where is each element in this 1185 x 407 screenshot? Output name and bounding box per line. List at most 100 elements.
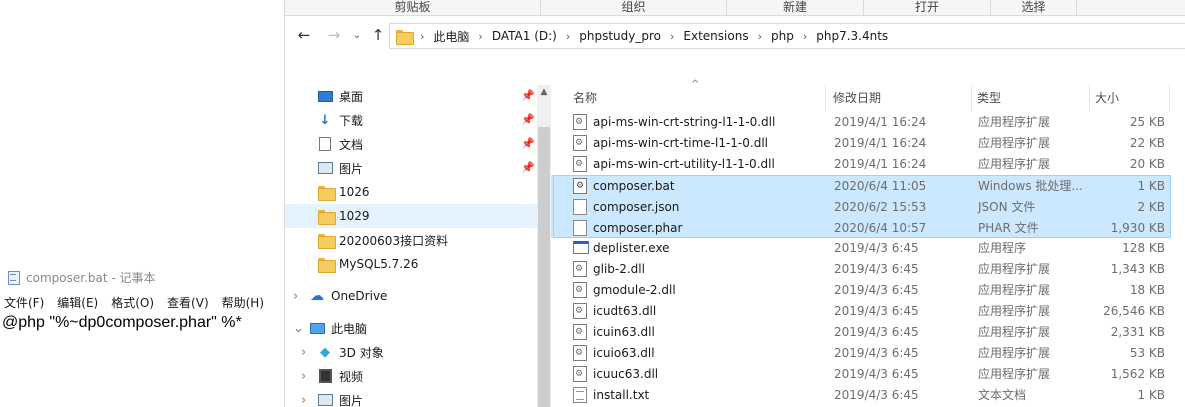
file-size: 25 KB [1129,114,1165,129]
nav-item-20200603-api-docs[interactable]: 20200603接口资料 [285,228,551,252]
breadcrumb-phpstudy-pro[interactable]: phpstudy_pro [579,29,661,43]
notepad-text-area[interactable]: @php "%~dp0composer.phar" %* [2,314,242,332]
dll-icon [573,345,587,361]
file-row[interactable]: deplister.exe 2019/4/3 6:45 应用程序 128 KB [551,237,1171,258]
scrollbar-thumb[interactable] [538,127,550,407]
file-date: 2020/6/2 15:53 [834,199,927,214]
nav-item-documents[interactable]: 文档 📌 [285,132,551,156]
breadcrumb-extensions[interactable]: Extensions [683,29,748,43]
nav-item-pictures-pc[interactable]: › 图片 [285,388,551,407]
file-size: 18 KB [1129,282,1165,297]
notepad-title-bar[interactable]: composer.bat - 记事本 [0,264,284,290]
nav-item-label: MySQL5.7.26 [339,257,419,271]
file-date: 2019/4/1 16:24 [834,114,927,129]
file-list: ^ 名称 修改日期 类型 大小 api-ms-win-crt-string-l1… [551,79,1185,407]
pin-icon[interactable]: 📌 [521,137,535,150]
file-type: 应用程序扩展 [978,367,1051,381]
dll-icon [573,114,587,130]
chevron-right-icon[interactable]: › [301,393,306,407]
pin-icon[interactable]: 📌 [521,161,535,174]
nav-item-label: 1029 [339,209,370,223]
pin-icon[interactable]: 📌 [521,89,535,102]
file-explorer-window: 剪贴板 组织 新建 打开 选择 ← → ⌄ ↑ › 此电脑 › DATA1 (D… [284,0,1185,407]
file-row[interactable]: icuin63.dll 2019/4/3 6:45 应用程序扩展 2,331 K… [551,321,1171,342]
chevron-right-icon: › [565,29,571,43]
pin-icon[interactable]: 📌 [521,113,535,126]
file-row-selected[interactable]: composer.phar 2020/6/4 10:57 PHAR 文件 1,9… [551,217,1171,238]
menu-view[interactable]: 查看(V) [167,294,209,311]
ribbon-group-clipboard: 剪贴板 [285,0,541,16]
nav-item-mysql5-7-26[interactable]: MySQL5.7.26 [285,252,551,276]
file-name: composer.bat [593,178,675,193]
breadcrumb-data1-drive[interactable]: DATA1 (D:) [492,29,557,43]
nav-item-downloads[interactable]: ↓ 下载 📌 [285,108,551,132]
dll-icon [573,261,587,277]
dll-icon [573,156,587,172]
nav-item-pictures[interactable]: 图片 📌 [285,156,551,180]
nav-item-videos[interactable]: › 视频 [285,364,551,388]
file-date: 2019/4/3 6:45 [834,387,919,402]
file-row[interactable]: api-ms-win-crt-utility-l1-1-0.dll 2019/4… [551,153,1171,174]
file-name: api-ms-win-crt-time-l1-1-0.dll [593,135,768,150]
file-date: 2020/6/4 11:05 [834,178,927,193]
file-size: 2,331 KB [1110,324,1165,339]
chevron-right-icon: › [478,29,483,43]
folder-icon [396,29,414,45]
breadcrumb-php7-3-4nts[interactable]: php7.3.4nts [816,29,888,43]
nav-item-desktop[interactable]: 桌面 📌 [285,84,551,108]
column-header-name[interactable]: 名称 [568,85,826,111]
ribbon-group-select: 选择 [991,0,1077,16]
recent-locations-button[interactable]: ⌄ [348,26,366,44]
nav-item-1026[interactable]: 1026 [285,180,551,204]
file-size: 2 KB [1137,199,1165,214]
column-header-date[interactable]: 修改日期 [828,85,972,111]
3d-objects-icon: ◆ [320,344,330,360]
nav-item-label: OneDrive [331,289,388,303]
nav-item-3d-objects[interactable]: › ◆ 3D 对象 [285,340,551,364]
scroll-up-icon[interactable]: ▲ [537,85,551,99]
nav-item-label: 此电脑 [331,321,368,336]
file-row-selected[interactable]: composer.bat 2020/6/4 11:05 Windows 批处理.… [551,175,1171,196]
menu-edit[interactable]: 编辑(E) [57,294,98,311]
address-bar[interactable]: › 此电脑 › DATA1 (D:) › phpstudy_pro › Exte… [389,23,1185,49]
menu-help[interactable]: 帮助(H) [222,294,264,311]
file-row[interactable]: icuio63.dll 2019/4/3 6:45 应用程序扩展 53 KB [551,342,1171,363]
file-row[interactable]: api-ms-win-crt-string-l1-1-0.dll 2019/4/… [551,111,1171,132]
file-type: 应用程序 [978,241,1027,255]
chevron-right-icon[interactable]: › [301,369,306,384]
breadcrumb-this-pc[interactable]: 此电脑 [433,28,469,45]
nav-item-label: 图片 [339,393,364,407]
menu-file[interactable]: 文件(F) [4,294,44,311]
file-row[interactable]: gmodule-2.dll 2019/4/3 6:45 应用程序扩展 18 KB [551,279,1171,300]
chevron-right-icon[interactable]: › [293,289,298,304]
forward-button[interactable]: → [325,26,343,44]
back-button[interactable]: ← [295,26,313,44]
file-size: 1,343 KB [1110,261,1165,276]
file-size: 22 KB [1129,135,1165,150]
file-type: 应用程序扩展 [978,136,1051,150]
file-row[interactable]: install.txt 2019/4/3 6:45 文本文档 1 KB [551,384,1171,405]
nav-item-this-pc[interactable]: ⌄ 此电脑 [285,316,551,340]
nav-item-onedrive[interactable]: › ☁ OneDrive [285,284,551,308]
file-row[interactable]: api-ms-win-crt-time-l1-1-0.dll 2019/4/1 … [551,132,1171,153]
file-row-selected[interactable]: composer.json 2020/6/2 15:53 JSON 文件 2 K… [551,196,1171,217]
nav-item-label: 桌面 [339,89,364,104]
file-type: PHAR 文件 [978,221,1039,235]
chevron-down-icon[interactable]: ⌄ [293,321,304,336]
breadcrumb-php[interactable]: php [771,29,794,43]
batch-file-icon [573,178,587,194]
file-row[interactable]: glib-2.dll 2019/4/3 6:45 应用程序扩展 1,343 KB [551,258,1171,279]
chevron-right-icon: › [420,29,425,43]
up-button[interactable]: ↑ [369,26,387,44]
file-row[interactable]: icudt63.dll 2019/4/3 6:45 应用程序扩展 26,546 … [551,300,1171,321]
file-row[interactable]: icuuc63.dll 2019/4/3 6:45 应用程序扩展 1,562 K… [551,363,1171,384]
column-header-size[interactable]: 大小 [1090,85,1170,111]
column-header-type[interactable]: 类型 [972,85,1090,111]
menu-format[interactable]: 格式(O) [111,294,154,311]
navigation-pane: 桌面 📌 ↓ 下载 📌 文档 📌 图片 📌 1026 1029 20200603… [285,85,551,407]
nav-item-1029[interactable]: 1029 [285,204,551,228]
chevron-right-icon: › [802,29,808,43]
nav-pane-scrollbar[interactable]: ▲ [537,85,551,407]
file-type: 应用程序扩展 [978,304,1051,318]
chevron-right-icon[interactable]: › [301,345,306,360]
